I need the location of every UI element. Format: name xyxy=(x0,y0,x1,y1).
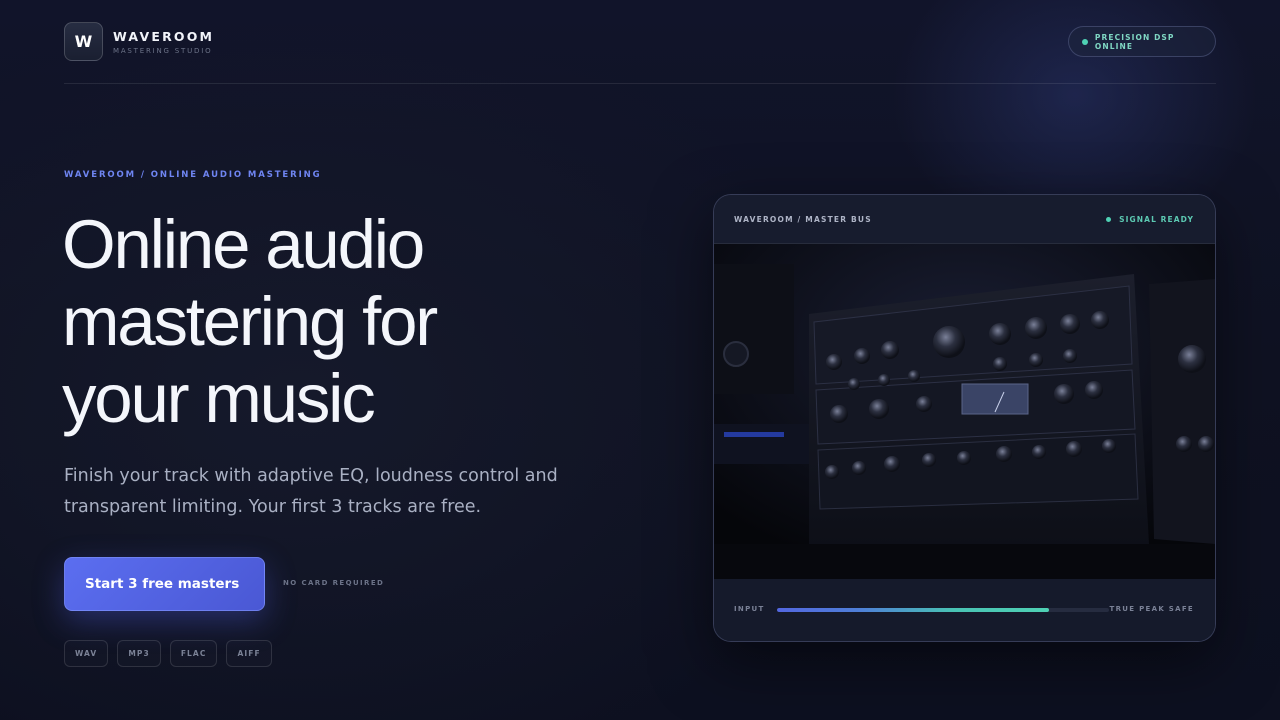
format-badge-mp3: MP3 xyxy=(117,640,161,667)
hero-subhead: Finish your track with adaptive EQ, loud… xyxy=(64,466,558,517)
status-dot-icon xyxy=(1082,38,1088,45)
format-badge-aiff: AIFF xyxy=(226,640,272,667)
master-bus-panel: WAVEROOM / MASTER BUS SIGNAL READY INPUT… xyxy=(713,194,1216,642)
cta-label: Start 3 free masters xyxy=(85,576,240,592)
headline-line: your music xyxy=(62,360,376,437)
panel-header: WAVEROOM / MASTER BUS SIGNAL READY xyxy=(714,195,1215,244)
format-badge-flac: FLAC xyxy=(169,640,218,667)
input-level-fill xyxy=(777,608,1050,612)
meter-input-label: INPUT xyxy=(734,605,765,613)
no-card-note: NO CARD REQUIRED xyxy=(283,579,385,587)
signal-status-text: SIGNAL READY xyxy=(1119,215,1194,224)
brand-name[interactable]: WAVEROOM xyxy=(113,29,214,44)
dsp-status-badge: PRECISION DSP ONLINE xyxy=(1068,26,1216,57)
logo-letter: W xyxy=(74,32,93,51)
headline-line: mastering for xyxy=(62,283,438,360)
format-badges: WAV MP3 FLAC AIFF xyxy=(64,640,272,667)
input-meter-row: INPUT TRUE PEAK SAFE xyxy=(714,579,1215,641)
signal-status: SIGNAL READY xyxy=(1106,215,1194,224)
rack-illustration xyxy=(714,244,1215,579)
landing-page: W WAVEROOM MASTERING STUDIO PRECISION DS… xyxy=(0,0,1280,720)
start-free-masters-button[interactable]: Start 3 free masters xyxy=(64,557,265,611)
hero-headline: Online audio mastering for your music xyxy=(62,206,622,437)
studio-rack-image xyxy=(714,244,1215,579)
panel-title: WAVEROOM / MASTER BUS xyxy=(734,215,872,224)
dsp-status-text: PRECISION DSP ONLINE xyxy=(1094,32,1175,51)
headline-line: Online audio xyxy=(62,206,425,283)
hero-eyebrow: WAVEROOM / ONLINE AUDIO MASTERING xyxy=(64,170,322,180)
input-level-meter xyxy=(777,608,1109,612)
format-badge-wav: WAV xyxy=(64,640,109,667)
site-header: W WAVEROOM MASTERING STUDIO PRECISION DS… xyxy=(64,0,1216,84)
meter-true-peak-label: TRUE PEAK SAFE xyxy=(1109,605,1194,613)
status-dot-icon xyxy=(1106,217,1112,222)
logo-mark[interactable]: W xyxy=(64,22,103,61)
brand-subtitle: MASTERING STUDIO xyxy=(113,47,213,55)
